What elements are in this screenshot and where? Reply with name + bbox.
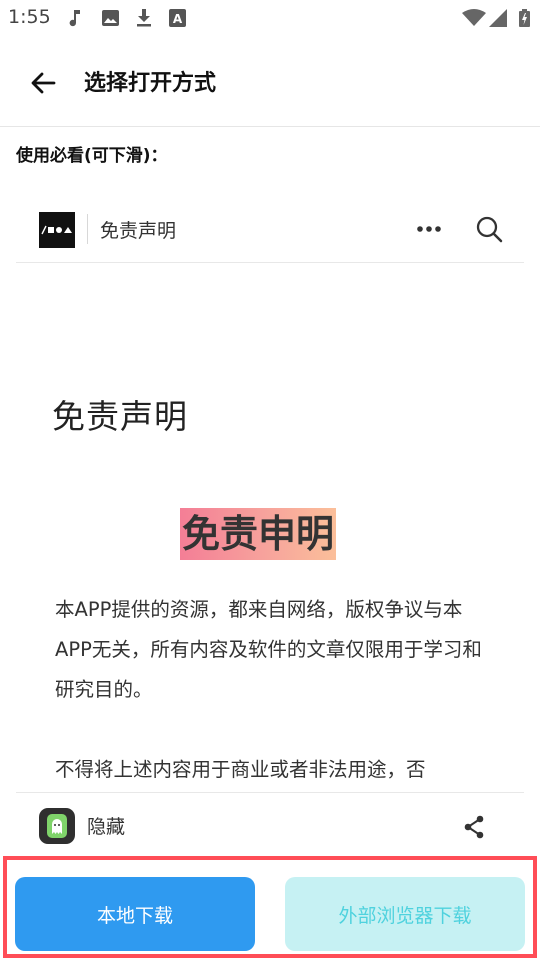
article-paragraph-2: 不得将上述内容用于商业或者非法用途，否: [55, 758, 426, 781]
browser-download-button[interactable]: 外部浏览器下载: [285, 877, 525, 951]
article-title: 免责声明: [52, 397, 188, 436]
more-horizontal-icon: [417, 226, 441, 232]
share-icon: [464, 815, 484, 839]
usage-label: 使用必看(可下滑)：: [16, 146, 168, 166]
file-name: 隐藏: [87, 816, 126, 838]
status-bar: 1:55 A: [0, 0, 540, 36]
local-download-button[interactable]: 本地下载: [15, 877, 255, 951]
logo-shapes-icon: [41, 225, 72, 235]
download-icon: [137, 9, 151, 27]
app-icon: [39, 808, 75, 844]
more-button[interactable]: [412, 214, 446, 244]
a-icon: A: [169, 9, 186, 27]
wifi-icon: [462, 9, 486, 26]
page-title: 选择打开方式: [84, 71, 217, 96]
image-icon: [102, 10, 119, 26]
article-body: 本APP提供的资源，都来自网络，版权争议与本APP无关，所有内容及软件的文章仅限…: [55, 590, 495, 790]
status-time: 1:55: [8, 6, 51, 28]
highlight-title: 免责申明: [180, 508, 337, 560]
search-button[interactable]: [472, 212, 506, 246]
music-note-icon: [69, 10, 80, 27]
site-name: 免责声明: [100, 220, 177, 242]
share-button[interactable]: [456, 809, 492, 845]
article-paragraph-1: 本APP提供的资源，都来自网络，版权争议与本APP无关，所有内容及软件的文章仅限…: [55, 598, 482, 701]
battery-icon: [519, 9, 530, 27]
site-logo: [39, 212, 75, 248]
file-row: 隐藏: [16, 792, 524, 857]
back-button[interactable]: [22, 62, 64, 104]
search-icon: [476, 216, 503, 243]
svg-text:A: A: [173, 12, 183, 26]
signal-icon: [489, 9, 507, 27]
ghost-icon: [47, 814, 67, 838]
app-bar: 选择打开方式: [0, 36, 540, 127]
logo-separator: [87, 214, 88, 244]
web-page-header: 免责声明: [16, 198, 524, 263]
arrow-left-icon: [31, 72, 56, 94]
